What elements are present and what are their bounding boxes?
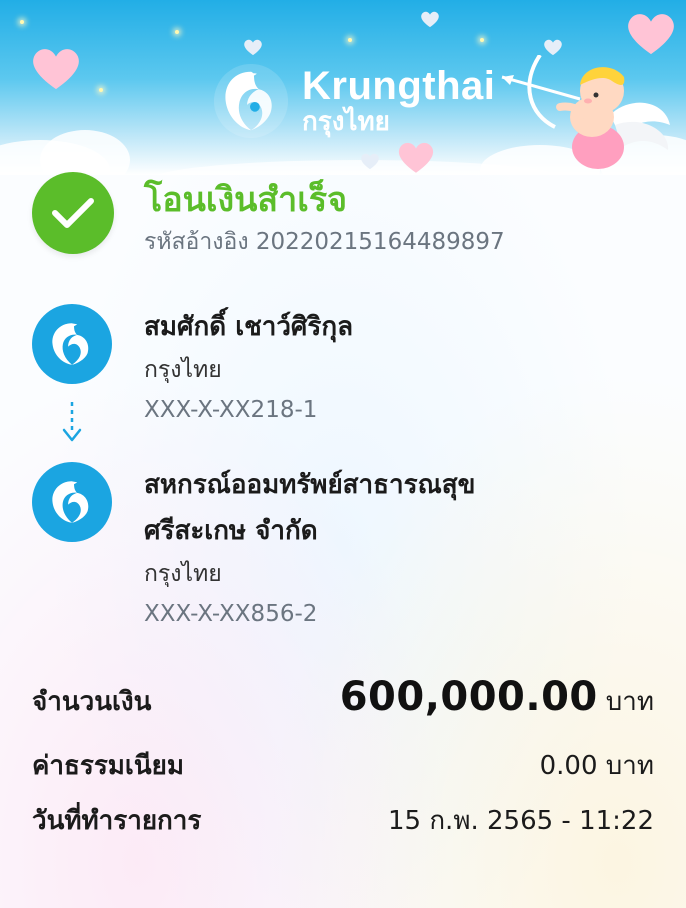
- fee-value: 0.00 บาท: [539, 751, 654, 781]
- success-badge: [32, 172, 114, 254]
- receiver-name-line2: ศรีสะเกษ จำกัด: [144, 516, 318, 546]
- reference-number: รหัสอ้างอิง 20220215164489897: [144, 229, 505, 255]
- receiver-block: สหกรณ์ออมทรัพย์สาธารณสุข ศรีสะเกษ จำกัด …: [32, 462, 584, 634]
- krungthai-bird-icon: [52, 481, 89, 523]
- receiver-account: XXX-X-XX856-2: [144, 601, 318, 627]
- sender-name: สมศักดิ์ เชาว์ศิริกุล: [144, 312, 354, 342]
- krungthai-bird-icon: [213, 63, 289, 139]
- sender-account: XXX-X-XX218-1: [144, 397, 318, 423]
- heart-icon: [398, 142, 434, 173]
- amount-unit: บาท: [605, 687, 654, 717]
- brand-name-th: กรุงไทย: [302, 107, 390, 137]
- heart-icon: [421, 11, 439, 28]
- date-row: วันที่ทำรายการ 15 ก.พ. 2565 - 11:22: [32, 800, 654, 841]
- header-banner: Krungthai กรุงไทย: [0, 0, 686, 175]
- sparkle-decoration: [99, 88, 103, 92]
- heart-icon: [544, 39, 562, 56]
- arrow-down-icon: [62, 402, 82, 442]
- sender-bank: กรุงไทย: [144, 357, 222, 383]
- heart-icon: [628, 14, 674, 55]
- sender-bank-avatar: [32, 304, 112, 384]
- fee-row: ค่าธรรมเนียม 0.00 บาท: [32, 745, 654, 786]
- date-label: วันที่ทำรายการ: [32, 806, 202, 836]
- check-icon: [52, 198, 94, 228]
- heart-icon: [244, 39, 262, 56]
- date-value: 15 ก.พ. 2565 - 11:22: [387, 806, 654, 836]
- krungthai-bird-icon: [52, 323, 89, 365]
- amount-row: จำนวนเงิน 600,000.00 บาท: [32, 674, 654, 722]
- heart-icon: [361, 153, 379, 170]
- transfer-slip: Krungthai กรุงไทย โอนเงินสำเร็จ รหัสอ้าง…: [0, 0, 686, 908]
- fee-label: ค่าธรรมเนียม: [32, 751, 184, 781]
- brand-name-en: Krungthai: [302, 64, 496, 108]
- amount-label: จำนวนเงิน: [32, 687, 152, 717]
- sender-block: สมศักดิ์ เชาว์ศิริกุล กรุงไทย XXX-X-XX21…: [32, 304, 584, 430]
- krungthai-logo: Krungthai กรุงไทย: [212, 62, 495, 140]
- sparkle-decoration: [175, 30, 179, 34]
- sparkle-decoration: [348, 38, 352, 42]
- cupid-illustration: [501, 55, 670, 169]
- cloud-decoration: [40, 130, 130, 175]
- transfer-status: โอนเงินสำเร็จ รหัสอ้างอิง 20220215164489…: [32, 172, 505, 260]
- receiver-name-line1: สหกรณ์ออมทรัพย์สาธารณสุข: [144, 470, 476, 500]
- sparkle-decoration: [480, 38, 484, 42]
- receiver-bank-avatar: [32, 462, 112, 542]
- receiver-bank: กรุงไทย: [144, 561, 222, 587]
- heart-icon: [33, 49, 79, 90]
- status-title: โอนเงินสำเร็จ: [144, 180, 348, 220]
- sparkle-decoration: [20, 20, 24, 24]
- amount-value: 600,000.00: [339, 674, 598, 720]
